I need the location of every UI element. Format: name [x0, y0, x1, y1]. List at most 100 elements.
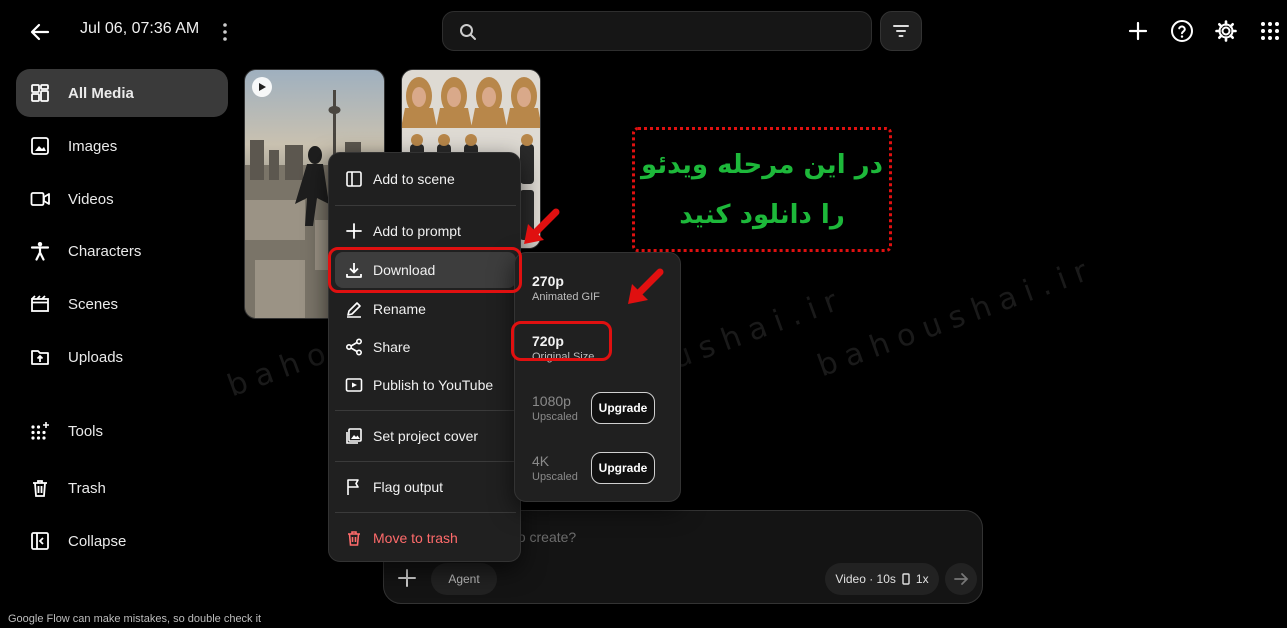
menu-divider: [335, 461, 516, 462]
play-box-icon: [345, 376, 363, 394]
sidebar-item-scenes[interactable]: Scenes: [16, 280, 228, 328]
menu-item-set-project-cover[interactable]: Set project cover: [335, 418, 516, 454]
help-icon: [1171, 20, 1193, 42]
more-options-button[interactable]: [217, 20, 233, 44]
red-arrow-icon: [524, 208, 560, 244]
menu-divider: [335, 512, 516, 513]
sidebar-item-uploads[interactable]: Uploads: [16, 333, 228, 381]
download-option-4k: 4K Upscaled: [532, 453, 578, 483]
menu-item-flag-output[interactable]: Flag output: [335, 469, 516, 505]
option-subtitle: Upscaled: [532, 471, 578, 483]
menu-item-rename[interactable]: Rename: [335, 291, 516, 327]
sidebar-item-label: Images: [68, 137, 118, 155]
cover-image-icon: [345, 427, 363, 445]
sidebar-item-label: Characters: [68, 242, 142, 260]
multiplier-label: 1x: [915, 572, 929, 586]
menu-item-add-to-prompt[interactable]: Add to prompt: [335, 213, 516, 249]
video-icon: [30, 189, 50, 209]
image-icon: [30, 136, 50, 156]
720p-highlight-box: [511, 321, 612, 361]
send-button[interactable]: [945, 563, 977, 595]
menu-divider: [335, 205, 516, 206]
menu-item-label: Rename: [373, 301, 426, 317]
portrait-ratio-icon: [902, 573, 910, 585]
sidebar-item-label: Uploads: [68, 348, 124, 366]
menu-item-move-to-trash[interactable]: Move to trash: [335, 520, 516, 556]
upload-folder-icon: [30, 347, 50, 367]
sidebar-item-collapse[interactable]: Collapse: [16, 517, 228, 565]
plus-icon: [1128, 21, 1148, 41]
sidebar-item-videos[interactable]: Videos: [16, 175, 228, 223]
menu-divider: [335, 410, 516, 411]
annotation-line-2: را دانلود کنید: [679, 199, 845, 230]
search-icon: [460, 24, 476, 40]
generation-settings-chip[interactable]: Video · 10s 1x: [825, 563, 939, 595]
kebab-icon: [223, 23, 227, 41]
filter-icon: [893, 25, 909, 37]
settings-button[interactable]: [1213, 18, 1239, 44]
share-icon: [345, 338, 363, 356]
sidebar-item-label: Trash: [68, 479, 106, 497]
arrow-left-icon: [30, 23, 50, 41]
help-button[interactable]: [1169, 18, 1195, 44]
agent-chip[interactable]: Agent: [431, 563, 497, 595]
dots-grid-icon: [30, 421, 50, 441]
menu-item-label: Move to trash: [373, 530, 458, 546]
apps-button[interactable]: [1257, 18, 1283, 44]
menu-item-share[interactable]: Share: [335, 329, 516, 365]
search-box[interactable]: [442, 11, 872, 51]
menu-item-label: Share: [373, 339, 411, 355]
upgrade-4k-button[interactable]: Upgrade: [591, 452, 655, 484]
sidebar-item-label: Videos: [68, 190, 114, 208]
arrow-right-icon: [954, 573, 969, 585]
disclaimer-text: Google Flow can make mistakes, so double…: [8, 613, 262, 625]
pencil-icon: [345, 300, 363, 318]
sidebar-item-all-media[interactable]: All Media: [16, 69, 228, 117]
instruction-annotation: در این مرحله ویدئو را دانلود کنید: [632, 127, 892, 252]
sidebar-item-characters[interactable]: Characters: [16, 227, 228, 275]
sidebar-item-label: All Media: [68, 84, 134, 102]
trash-icon: [345, 529, 363, 547]
option-subtitle: Upscaled: [532, 411, 578, 423]
menu-item-add-to-scene[interactable]: Add to scene: [335, 161, 516, 197]
collapse-icon: [30, 531, 50, 551]
context-menu: Add to scene Add to prompt Download Rena…: [328, 152, 521, 562]
sidebar-item-tools[interactable]: Tools: [16, 407, 228, 455]
sidebar-item-label: Scenes: [68, 295, 119, 313]
menu-item-label: Flag output: [373, 479, 444, 495]
clapper-icon: [30, 294, 50, 314]
download-option-1080p: 1080p Upscaled: [532, 393, 578, 423]
red-arrow-icon: [628, 268, 664, 304]
sidebar-item-label: Tools: [68, 422, 104, 440]
search-input[interactable]: [487, 20, 857, 44]
project-date: Jul 06, 07:36 AM: [80, 20, 200, 37]
menu-item-label: Set project cover: [373, 428, 479, 444]
apps-grid-icon: [1261, 22, 1279, 40]
sidebar-item-images[interactable]: Images: [16, 122, 228, 170]
option-title: 270p: [532, 273, 564, 289]
option-subtitle: Animated GIF: [532, 291, 600, 303]
download-option-270p[interactable]: 270p Animated GIF: [532, 273, 600, 303]
upgrade-1080p-button[interactable]: Upgrade: [591, 392, 655, 424]
sidebar-item-trash[interactable]: Trash: [16, 464, 228, 512]
add-to-scene-icon: [345, 170, 363, 188]
menu-item-publish-youtube[interactable]: Publish to YouTube: [335, 367, 516, 403]
watermark-text: bahoushai.ir: [812, 250, 1101, 385]
option-title: 1080p: [532, 393, 571, 409]
add-button[interactable]: [1125, 18, 1151, 44]
attach-button[interactable]: [398, 569, 416, 587]
menu-item-label: Add to prompt: [373, 223, 461, 239]
filter-button[interactable]: [880, 11, 922, 51]
flag-icon: [345, 478, 363, 496]
grid-icon: [30, 83, 50, 103]
back-button[interactable]: [26, 18, 54, 46]
plus-icon: [398, 569, 416, 587]
person-icon: [30, 241, 50, 261]
gear-icon: [1215, 20, 1237, 42]
menu-item-label: Add to scene: [373, 171, 455, 187]
sidebar-item-label: Collapse: [68, 532, 127, 550]
plus-icon: [345, 222, 363, 240]
annotation-line-1: در این مرحله ویدئو: [641, 149, 883, 180]
trash-icon: [30, 478, 50, 498]
option-title: 4K: [532, 453, 550, 469]
